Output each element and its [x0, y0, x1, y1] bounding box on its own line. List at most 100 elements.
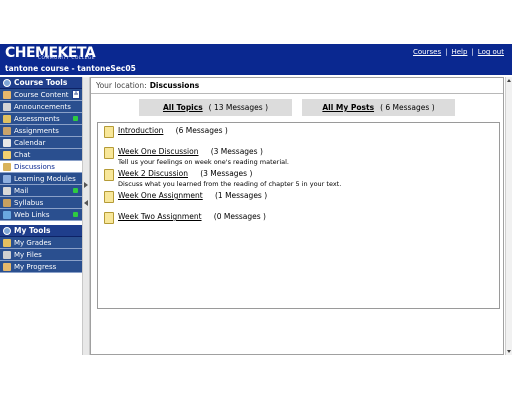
folder-icon [104, 191, 114, 203]
top-margin [0, 0, 512, 44]
new-content-badge [73, 188, 78, 193]
list-item: Introduction (6 Messages ) [104, 126, 228, 138]
list-item: Week One Assignment (1 Messages ) [104, 191, 267, 203]
my-tools-label: My Tools [14, 226, 51, 235]
nav-item-discussions[interactable]: Discussions [0, 161, 82, 173]
tab-all-topics[interactable]: All Topics ( 13 Messages ) [139, 99, 292, 116]
folder-icon [104, 126, 114, 138]
nav-label: My Files [14, 250, 42, 259]
folder-icon [104, 212, 114, 224]
nav-item-web-links[interactable]: Web Links [0, 209, 82, 221]
progress-icon [3, 262, 11, 271]
list-item: Week Two Assignment (0 Messages ) [104, 212, 266, 224]
location-label: Your location: [96, 81, 147, 90]
topic-link[interactable]: Week Two Assignment [118, 212, 202, 221]
files-icon [3, 250, 11, 259]
breadcrumb: Your location: Discussions [91, 78, 503, 94]
nav-label: My Grades [14, 238, 52, 247]
topic-link[interactable]: Week One Assignment [118, 191, 203, 200]
nav-item-assessments[interactable]: Assessments [0, 113, 82, 125]
web-links-icon [3, 210, 11, 219]
nav-item-my-grades[interactable]: My Grades [0, 237, 82, 249]
nav-item-my-files[interactable]: My Files [0, 249, 82, 261]
nav-label: Syllabus [14, 198, 44, 207]
nav-item-learning-modules[interactable]: Learning Modules [0, 173, 82, 185]
grades-icon [3, 238, 11, 247]
main-content: Your location: Discussions All Topics ( … [90, 77, 504, 355]
topic-description: Discuss what you learned from the readin… [118, 180, 342, 188]
header-links: Courses | Help | Log out [413, 48, 504, 56]
topic-count: (6 Messages ) [175, 126, 228, 135]
courses-link[interactable]: Courses [413, 48, 441, 56]
discussion-tabs: All Topics ( 13 Messages ) All My Posts … [139, 99, 455, 116]
nav-item-assignments[interactable]: Assignments [0, 125, 82, 137]
assessment-icon [3, 114, 11, 123]
learning-module-icon [3, 174, 11, 183]
bottom-margin [0, 356, 512, 400]
course-content-icon [3, 90, 11, 99]
my-tools-header: My Tools [0, 225, 82, 237]
nav-label: My Progress [14, 262, 57, 271]
tab-count: ( 6 Messages ) [380, 103, 435, 112]
course-tools-header: Course Tools [0, 77, 82, 89]
nav-item-mail[interactable]: Mail [0, 185, 82, 197]
logo-subtitle: COMMUNITY COLLEGE [38, 56, 96, 61]
nav-label: Mail [14, 186, 29, 195]
link-separator: | [445, 48, 448, 56]
collapse-icon[interactable]: ≚ [72, 90, 80, 99]
topic-count: (3 Messages ) [210, 147, 263, 156]
chat-icon [3, 150, 11, 159]
course-title: tantone course - tantoneSec05 [5, 64, 136, 73]
topic-count: (3 Messages ) [200, 169, 253, 178]
calendar-icon [3, 138, 11, 147]
frame-divider[interactable] [82, 77, 90, 355]
tab-label[interactable]: All Topics [163, 103, 203, 112]
list-item: Week 2 Discussion (3 Messages ) Discuss … [104, 169, 341, 188]
my-tools-icon [3, 226, 11, 235]
app-header: CHEMEKETA COMMUNITY COLLEGE tantone cour… [0, 44, 512, 75]
logout-link[interactable]: Log out [478, 48, 504, 56]
mail-icon [3, 186, 11, 195]
topic-count: (1 Messages ) [214, 191, 268, 200]
tab-label[interactable]: All My Posts [322, 103, 374, 112]
nav-item-syllabus[interactable]: Syllabus [0, 197, 82, 209]
tab-count: ( 13 Messages ) [208, 103, 268, 112]
nav-item-announcements[interactable]: Announcements [0, 101, 82, 113]
syllabus-icon [3, 198, 11, 207]
folder-icon [104, 147, 114, 159]
nav-item-course-content[interactable]: Course Content ≚ [0, 89, 82, 101]
expand-arrow-icon[interactable] [84, 182, 88, 188]
nav-label: Calendar [14, 138, 46, 147]
topic-link[interactable]: Introduction [118, 126, 163, 135]
nav-label: Assessments [14, 114, 60, 123]
scroll-up-icon[interactable] [507, 79, 511, 82]
course-tools-label: Course Tools [14, 78, 68, 87]
nav-label: Learning Modules [14, 174, 76, 183]
location-value: Discussions [149, 81, 200, 90]
topic-description: Tell us your feelings on week one's read… [118, 158, 289, 166]
topic-list: Introduction (6 Messages ) Week One Disc… [97, 122, 500, 309]
topic-count: (0 Messages ) [213, 212, 266, 221]
vertical-scrollbar[interactable] [505, 77, 512, 355]
nav-label: Assignments [14, 126, 59, 135]
folder-icon [104, 169, 114, 181]
announcement-icon [3, 102, 11, 111]
scroll-down-icon[interactable] [507, 350, 511, 353]
nav-label: Discussions [14, 162, 55, 171]
collapse-arrow-icon[interactable] [84, 200, 88, 206]
nav-label: Announcements [14, 102, 71, 111]
new-content-badge [73, 212, 78, 217]
nav-label: Web Links [14, 210, 50, 219]
nav-item-chat[interactable]: Chat [0, 149, 82, 161]
course-tools-icon [3, 78, 11, 87]
link-separator: | [471, 48, 474, 56]
discussion-icon [3, 162, 11, 171]
list-item: Week One Discussion (3 Messages ) Tell u… [104, 147, 289, 166]
topic-link[interactable]: Week One Discussion [118, 147, 198, 156]
help-link[interactable]: Help [451, 48, 467, 56]
topic-link[interactable]: Week 2 Discussion [118, 169, 188, 178]
tab-all-my-posts[interactable]: All My Posts ( 6 Messages ) [302, 99, 455, 116]
nav-item-my-progress[interactable]: My Progress [0, 261, 82, 273]
nav-item-calendar[interactable]: Calendar [0, 137, 82, 149]
assignment-icon [3, 126, 11, 135]
